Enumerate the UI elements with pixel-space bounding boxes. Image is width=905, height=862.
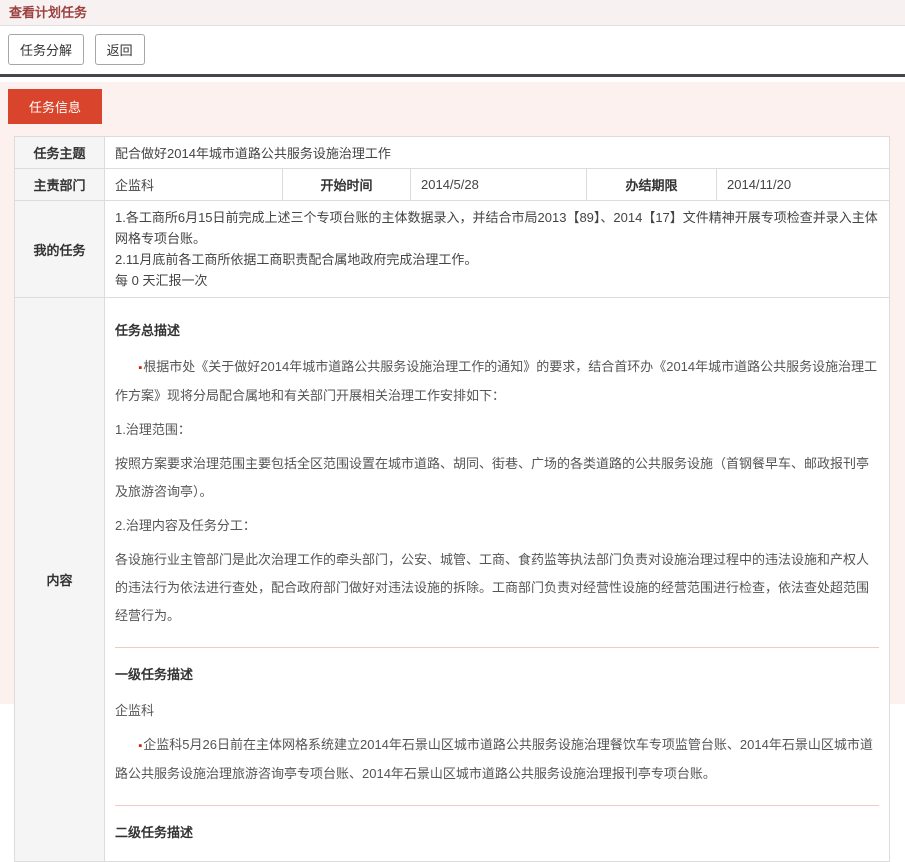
division-heading: 2.治理内容及任务分工： [115,512,879,540]
start-time-label: 开始时间 [283,169,411,201]
my-task-line: 1.各工商所6月15日前完成上述三个专项台账的主体数据录入，并结合市局2013【… [115,207,879,249]
table-row-department: 主责部门 企监科 开始时间 2014/5/28 办结期限 2014/11/20 [15,169,890,201]
subject-label: 任务主题 [15,137,105,169]
start-time-value: 2014/5/28 [411,169,587,201]
deadline-value: 2014/11/20 [717,169,890,201]
task-info-panel: 任务信息 任务主题 配合做好2014年城市道路公共服务设施治理工作 主责部门 企… [0,82,905,704]
section-divider [0,74,905,77]
my-task-label: 我的任务 [15,201,105,298]
my-task-line: 2.11月底前各工商所依据工商职责配合属地政府完成治理工作。 [115,249,879,270]
overall-description-heading: 任务总描述 [115,320,879,339]
task-detail-table-wrap: 任务主题 配合做好2014年城市道路公共服务设施治理工作 主责部门 企监科 开始… [14,136,890,862]
table-row-content: 内容 任务总描述 ▪根据市处《关于做好2014年城市道路公共服务设施治理工作的通… [15,298,890,862]
tab-task-info[interactable]: 任务信息 [8,89,102,124]
division-paragraph: 各设施行业主管部门是此次治理工作的牵头部门，公安、城管、工商、食药监等执法部门负… [115,546,879,630]
level1-description-heading: 一级任务描述 [115,664,879,683]
red-square-bullet-icon: ▪ [138,362,142,374]
pink-divider [115,647,879,648]
task-decompose-button[interactable]: 任务分解 [8,34,84,65]
scope-paragraph: 按照方案要求治理范围主要包括全区范围设置在城市道路、胡同、街巷、广场的各类道路的… [115,450,879,506]
overall-description-text: 根据市处《关于做好2014年城市道路公共服务设施治理工作的通知》的要求，结合首环… [115,359,877,403]
toolbar: 任务分解 返回 [0,26,905,74]
level2-description-heading: 二级任务描述 [115,822,879,841]
level1-department: 企监科 [115,697,879,725]
department-value: 企监科 [105,169,283,201]
table-row-my-task: 我的任务 1.各工商所6月15日前完成上述三个专项台账的主体数据录入，并结合市局… [15,201,890,298]
page-title: 查看计划任务 [0,0,905,26]
red-square-bullet-icon: ▪ [138,740,142,752]
scope-heading: 1.治理范围： [115,416,879,444]
level1-text: 企监科5月26日前在主体网格系统建立2014年石景山区城市道路公共服务设施治理餐… [115,737,873,781]
level1-paragraph: ▪企监科5月26日前在主体网格系统建立2014年石景山区城市道路公共服务设施治理… [115,731,879,788]
content-value: 任务总描述 ▪根据市处《关于做好2014年城市道路公共服务设施治理工作的通知》的… [105,298,890,862]
task-detail-table: 任务主题 配合做好2014年城市道路公共服务设施治理工作 主责部门 企监科 开始… [14,136,890,862]
content-label: 内容 [15,298,105,862]
deadline-label: 办结期限 [587,169,717,201]
my-task-value: 1.各工商所6月15日前完成上述三个专项台账的主体数据录入，并结合市局2013【… [105,201,890,298]
department-label: 主责部门 [15,169,105,201]
back-button[interactable]: 返回 [95,34,145,65]
table-row-subject: 任务主题 配合做好2014年城市道路公共服务设施治理工作 [15,137,890,169]
subject-value: 配合做好2014年城市道路公共服务设施治理工作 [105,137,890,169]
overall-description-paragraph: ▪根据市处《关于做好2014年城市道路公共服务设施治理工作的通知》的要求，结合首… [115,353,879,410]
my-task-line: 每 0 天汇报一次 [115,270,879,291]
pink-divider [115,805,879,806]
